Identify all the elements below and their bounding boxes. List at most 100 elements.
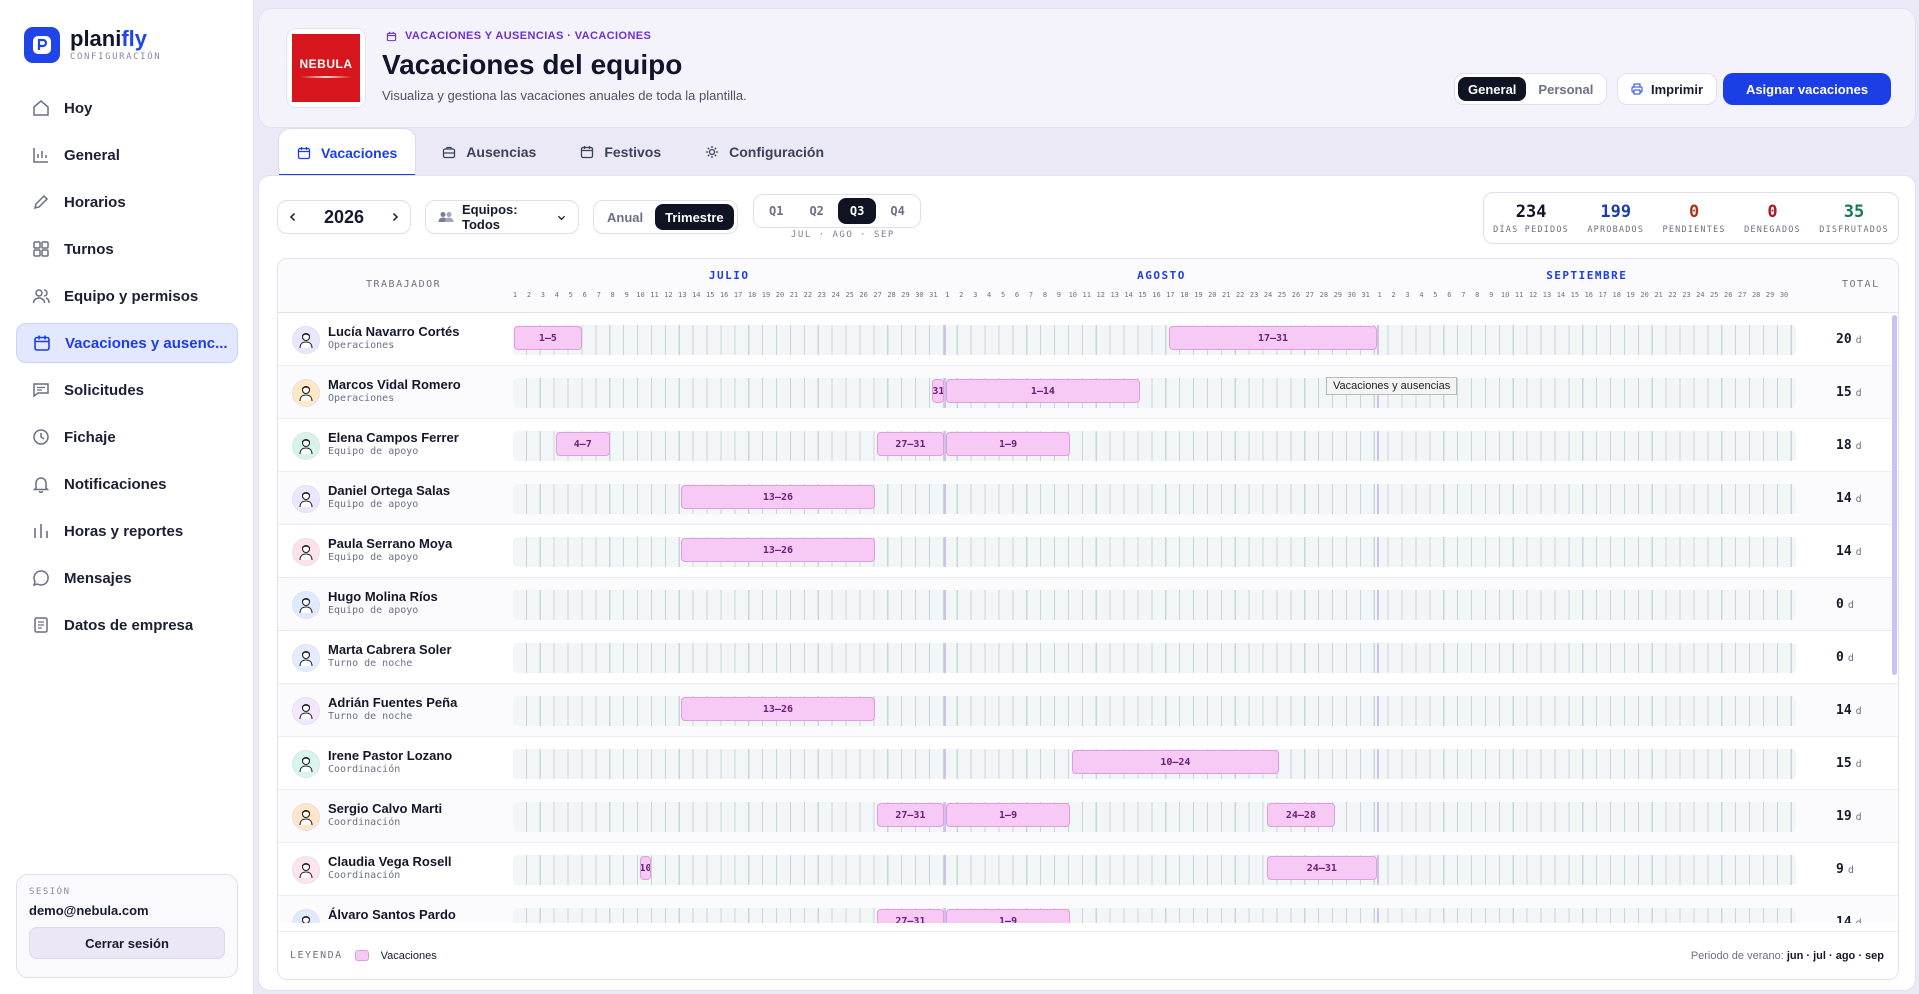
vacation-bar[interactable]: 10 — [639, 856, 652, 880]
tab-festivos[interactable]: Festivos — [562, 128, 679, 176]
sidebar-item-general[interactable]: General — [16, 135, 238, 175]
sidebar-item-hoy[interactable]: Hoy — [16, 88, 238, 128]
day-number: 1 — [945, 291, 950, 299]
worker-total-unit: d — [1855, 812, 1862, 823]
stat-value: 199 — [1600, 201, 1632, 222]
users-icon — [32, 287, 50, 305]
worker-name: Paula Serrano Moya — [328, 536, 453, 551]
vacation-bar[interactable]: 13–26 — [681, 697, 875, 721]
worker-total: 15 d — [1836, 385, 1862, 400]
month-separator — [1376, 537, 1379, 567]
vacation-track[interactable]: 13–26 — [513, 484, 1796, 514]
vacation-bar[interactable]: 1–9 — [946, 432, 1070, 456]
view-quarter-button[interactable]: Trimestre — [655, 204, 734, 230]
sidebar-item-notificaciones[interactable]: Notificaciones — [16, 464, 238, 504]
vacation-bar[interactable]: 13–26 — [681, 485, 875, 509]
vacation-track[interactable]: 31 1–14 — [513, 378, 1796, 408]
stat-label: PENDIENTES — [1662, 224, 1726, 235]
month-separator — [1376, 431, 1379, 461]
sidebar-item-solicitudes[interactable]: Solicitudes — [16, 370, 238, 410]
vacation-bar[interactable]: 24–31 — [1267, 856, 1377, 880]
day-number: 2 — [1391, 291, 1396, 299]
vacation-bar[interactable]: 1–9 — [946, 803, 1070, 827]
sidebar-item-label: Horarios — [64, 193, 126, 211]
vacation-track[interactable]: 13–26 — [513, 537, 1796, 567]
vacation-track[interactable] — [513, 590, 1796, 620]
quarter-q2-button[interactable]: Q2 — [797, 198, 835, 224]
sidebar-item-fichaje[interactable]: Fichaje — [16, 417, 238, 457]
teams-filter[interactable]: Equipos: Todos — [425, 200, 579, 234]
year-value: 2026 — [323, 206, 365, 227]
app-name: planifly — [70, 26, 148, 51]
vacation-bar[interactable]: 4–7 — [555, 432, 610, 456]
tab-vacaciones[interactable]: Vacaciones — [278, 128, 417, 176]
vacation-bar[interactable]: 13–26 — [681, 538, 875, 562]
sidebar-item-horarios[interactable]: Horarios — [16, 182, 238, 222]
worker-total-value: 0 — [1836, 597, 1844, 612]
sidebar-item-turnos[interactable]: Turnos — [16, 229, 238, 269]
tab-configuracion[interactable]: Configuración — [687, 128, 842, 176]
total-column-header: TOTAL — [1842, 279, 1880, 290]
quarter-q3-button[interactable]: Q3 — [837, 198, 877, 224]
worker-row: Claudia Vega Rosell Coordinación 10 24–31 9 d — [278, 843, 1898, 896]
quarter-q1-button[interactable]: Q1 — [757, 198, 795, 224]
day-number: 13 — [1542, 291, 1552, 299]
day-number: 15 — [1570, 291, 1580, 299]
vacation-track[interactable]: 13–26 — [513, 696, 1796, 726]
worker-total: 0d — [1836, 650, 1854, 665]
vacation-bar[interactable]: 1–5 — [514, 326, 582, 350]
sidebar-item-datos-de-empresa[interactable]: Datos de empresa — [16, 605, 238, 645]
sidebar-item-equipo-y-permisos[interactable]: Equipo y permisos — [16, 276, 238, 316]
worker-total-value: 19 — [1836, 809, 1852, 824]
sidebar-item-mensajes[interactable]: Mensajes — [16, 558, 238, 598]
avatar — [292, 644, 320, 672]
calendar-scrollbar[interactable] — [1892, 315, 1897, 675]
day-number: 12 — [1528, 291, 1538, 299]
vacation-bar[interactable]: 27–31 — [876, 803, 945, 827]
sidebar-item-vacaciones-y-ausenc[interactable]: Vacaciones y ausenc... — [16, 323, 238, 363]
day-number: 8 — [610, 291, 615, 299]
vacation-bar[interactable]: 24–28 — [1267, 803, 1335, 827]
vacation-track[interactable]: 27–31 1–9 24–28 — [513, 802, 1796, 832]
month-header-septiembre: SEPTIEMBRE — [1546, 269, 1628, 282]
day-number: 27 — [1737, 291, 1747, 299]
month-separator — [944, 696, 947, 726]
worker-total: 19 d — [1836, 809, 1862, 824]
vacation-bar[interactable]: 27–31 — [876, 432, 945, 456]
printer-icon — [1631, 83, 1643, 95]
vacation-track[interactable]: 4–7 27–31 1–9 — [513, 431, 1796, 461]
vacation-track[interactable]: 1–5 17–31 — [513, 325, 1796, 355]
vacation-bar[interactable]: 31 — [932, 379, 945, 403]
worker-total: 15 d — [1836, 756, 1862, 771]
vacation-bar[interactable]: 10–24 — [1071, 750, 1279, 774]
day-number: 4 — [554, 291, 559, 299]
day-number: 5 — [568, 291, 573, 299]
stat-label: DENEGADOS — [1744, 224, 1801, 235]
assign-vacation-button[interactable]: Asignar vacaciones — [1723, 73, 1891, 105]
vacation-bar[interactable]: 1–14 — [946, 379, 1140, 403]
vacation-track[interactable]: 10 24–31 — [513, 855, 1796, 885]
company-logo: NEBULA — [286, 28, 366, 108]
worker-total: 20 d — [1836, 332, 1862, 347]
tab-ausencias[interactable]: Ausencias — [424, 128, 554, 176]
chevron-left-icon[interactable] — [288, 212, 298, 222]
view-annual-button[interactable]: Anual — [597, 204, 653, 230]
day-number: 27 — [873, 291, 882, 299]
sidebar-item-horas-y-reportes[interactable]: Horas y reportes — [16, 511, 238, 551]
vacation-bar[interactable]: 17–31 — [1169, 326, 1377, 350]
vacation-track[interactable]: 10–24 — [513, 749, 1796, 779]
vacation-bar[interactable]: 27–31 — [876, 909, 945, 923]
quarter-q4-button[interactable]: Q4 — [878, 198, 916, 224]
day-numbers: 1 2 3 4 5 6 7 8 9 10 11 12 13 14 15 16 17 18 19 20 21 22 23 24 2… — [278, 291, 1898, 303]
summer-period: Periodo de verano: jun · jul · ago · sep — [1691, 950, 1884, 962]
day-number: 21 — [789, 291, 799, 299]
chevron-right-icon[interactable] — [390, 212, 400, 222]
vacation-track[interactable]: 27–31 1–9 — [513, 908, 1796, 923]
print-button[interactable]: Imprimir — [1617, 73, 1717, 105]
scope-general-button[interactable]: General — [1458, 77, 1527, 101]
scope-personal-button[interactable]: Personal — [1528, 77, 1603, 101]
vacation-track[interactable] — [513, 643, 1796, 673]
app-logo[interactable]: planifly CONFIGURACIÓN — [24, 27, 161, 63]
vacation-bar[interactable]: 1–9 — [946, 909, 1070, 923]
logout-button[interactable]: Cerrar sesión — [29, 927, 225, 959]
